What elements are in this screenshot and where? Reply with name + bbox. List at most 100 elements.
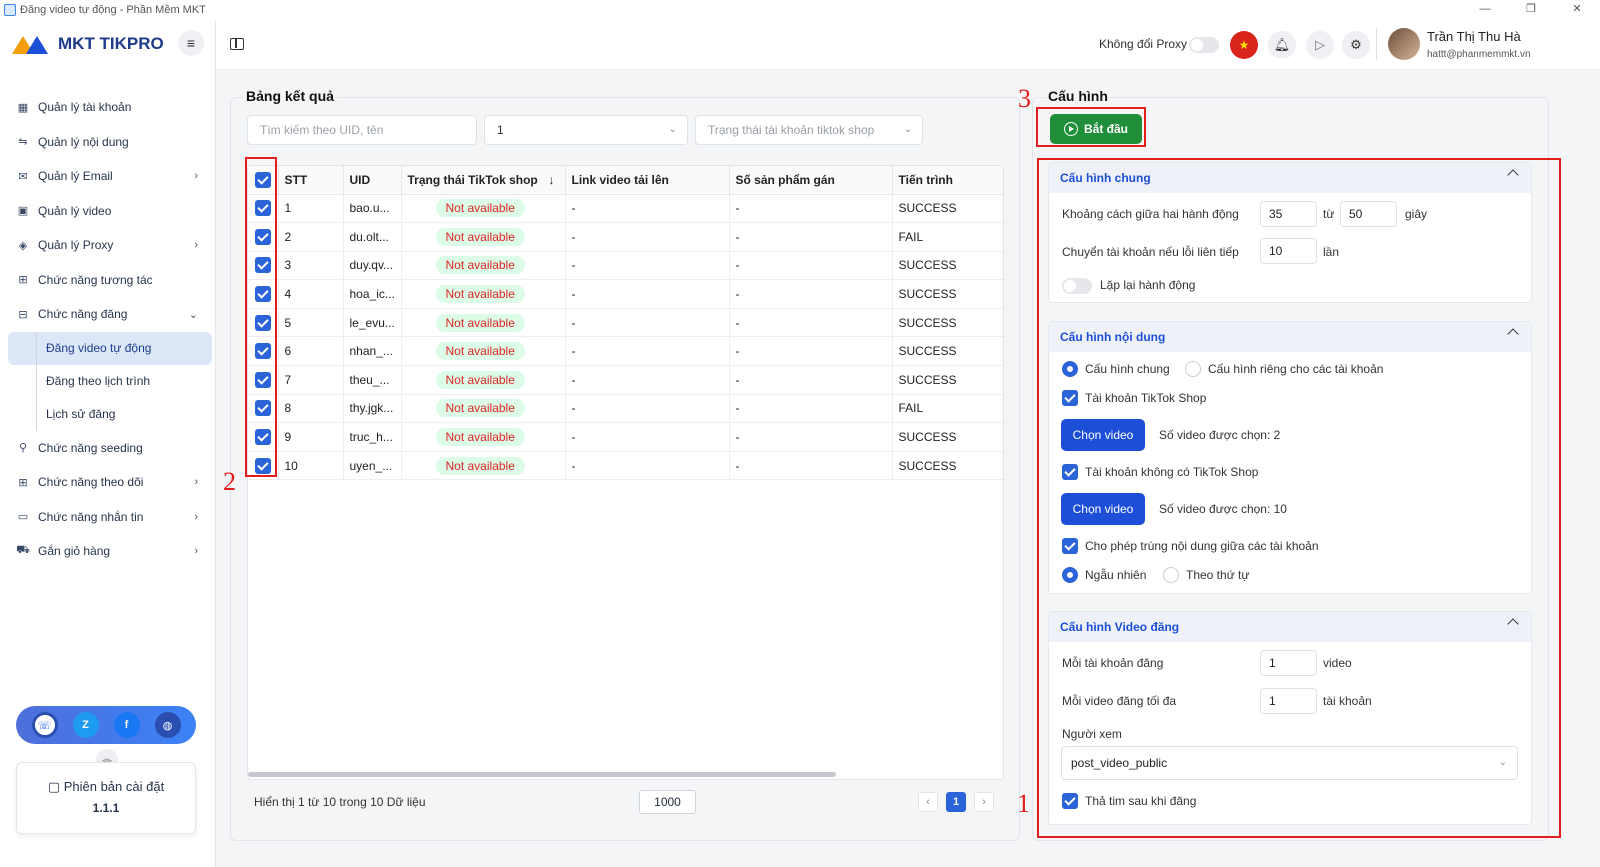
- cell-progress: SUCCESS: [892, 336, 1003, 367]
- chevron-right-icon: ›: [194, 545, 198, 558]
- search-input[interactable]: Tìm kiếm theo UID, tên: [247, 115, 477, 145]
- cell-uid: nhan_...: [343, 336, 402, 367]
- sidebar-subitem-auto-post[interactable]: Đăng video tự động: [8, 331, 212, 365]
- cell-progress: SUCCESS: [892, 365, 1003, 395]
- brand-logo: MKT TIKPRO: [12, 32, 164, 56]
- table-row[interactable]: 2 du.olt... Not available - - FAIL: [248, 222, 1003, 252]
- cell-link: -: [565, 222, 730, 252]
- cell-link: -: [565, 336, 730, 367]
- table-row[interactable]: 6 nhan_... Not available - - SUCCESS: [248, 336, 1003, 367]
- cell-products: -: [729, 251, 893, 281]
- restore-icon[interactable]: ❐: [1508, 0, 1554, 20]
- facebook-icon[interactable]: f: [113, 712, 140, 738]
- cell-link: -: [565, 451, 730, 481]
- cell-link: -: [565, 194, 730, 224]
- table-row[interactable]: 7 theu_... Not available - - SUCCESS: [248, 365, 1003, 395]
- cell-stt: 2: [278, 222, 344, 252]
- sidebar-item-content[interactable]: ⇋ Quản lý nội dung: [8, 125, 212, 160]
- cell-progress: FAIL: [892, 394, 1003, 424]
- sidebar-subitem-schedule[interactable]: Đăng theo lịch trình: [8, 364, 212, 398]
- sidebar-item-cart[interactable]: ⛟ Gắn giỏ hàng ›: [8, 534, 212, 569]
- status-badge: Not available: [435, 313, 525, 332]
- cell-link: -: [565, 279, 730, 309]
- table-row[interactable]: 5 le_evu... Not available - - SUCCESS: [248, 308, 1003, 338]
- brand-name: MKT TIKPRO: [58, 34, 164, 53]
- status-badge: Not available: [435, 342, 525, 361]
- window-title: Đăng video tự động - Phần Mềm MKT: [20, 4, 206, 16]
- sidebar-item-accounts[interactable]: ▦ Quản lý tài khoản: [8, 90, 212, 125]
- chevron-down-icon: ⌄: [903, 124, 912, 135]
- page-1-button[interactable]: 1: [946, 792, 966, 812]
- sidebar-item-chat[interactable]: ▭ Chức năng nhắn tin ›: [8, 500, 212, 535]
- sidebar-item-proxy[interactable]: ◈ Quản lý Proxy ›: [8, 228, 212, 263]
- status-badge: Not available: [435, 370, 525, 389]
- vietnam-flag-icon[interactable]: ★: [1230, 31, 1258, 59]
- cell-products: -: [729, 222, 893, 252]
- col-tiktok-status[interactable]: Trạng thái TikTok shop ↓: [401, 166, 566, 195]
- sidebar-item-video[interactable]: ▣ Quản lý video: [8, 194, 212, 229]
- minimize-icon[interactable]: —: [1462, 0, 1508, 20]
- cell-stt: 4: [278, 279, 344, 309]
- sidebar-item-interact[interactable]: ⊞ Chức năng tương tác: [8, 263, 212, 298]
- sidebar-nav: ▦ Quản lý tài khoản ⇋ Quản lý nội dung ✉ Qu…: [8, 90, 212, 569]
- col-uid[interactable]: UID: [343, 166, 402, 195]
- horizontal-scrollbar[interactable]: [248, 772, 836, 777]
- cell-status: Not available: [401, 422, 566, 452]
- status-filter-select[interactable]: Trạng thái tài khoản tiktok shop ⌄: [695, 115, 923, 145]
- bell-icon[interactable]: 🔔︎: [1268, 31, 1296, 59]
- cell-products: -: [729, 422, 893, 452]
- results-table: STT UID Trạng thái TikTok shop ↓ Link vid…: [247, 165, 1004, 780]
- proxy-toggle[interactable]: [1189, 37, 1219, 53]
- cell-progress: SUCCESS: [892, 308, 1003, 338]
- globe-icon[interactable]: ◍: [154, 712, 181, 738]
- seeding-icon: ⚲: [18, 442, 28, 455]
- support-icon[interactable]: ☏: [31, 712, 58, 738]
- version-card: ▢ Phiên bản cài đặt 1.1.1: [16, 762, 196, 834]
- col-upload-link[interactable]: Link video tải lên: [565, 166, 730, 195]
- sidebar-item-email[interactable]: ✉ Quản lý Email ›: [8, 159, 212, 194]
- cell-products: -: [729, 194, 893, 224]
- cell-stt: 7: [278, 365, 344, 395]
- menu-toggle-button[interactable]: ≡: [178, 30, 204, 56]
- page-size-input[interactable]: 1000: [639, 790, 696, 814]
- cell-uid: le_evu...: [343, 308, 402, 338]
- zalo-icon[interactable]: Z: [72, 712, 99, 738]
- annotation-box-2: [245, 157, 277, 477]
- interact-icon: ⊞: [18, 274, 28, 287]
- cell-link: -: [565, 365, 730, 395]
- col-progress[interactable]: Tiến trình: [892, 166, 1003, 195]
- table-row[interactable]: 3 duy.qv... Not available - - SUCCESS: [248, 251, 1003, 281]
- next-page-button[interactable]: ›: [974, 792, 994, 812]
- annotation-number-3: 3: [1018, 84, 1031, 113]
- chevron-right-icon: ›: [194, 239, 198, 252]
- table-row[interactable]: 10 uyen_... Not available - - SUCCESS: [248, 451, 1003, 481]
- sidebar-subitem-history[interactable]: Lịch sử đăng: [8, 397, 212, 431]
- close-icon[interactable]: ✕: [1554, 0, 1600, 20]
- table-row[interactable]: 9 truc_h... Not available - - SUCCESS: [248, 422, 1003, 452]
- chevron-down-icon: ⌄: [668, 124, 677, 135]
- col-stt[interactable]: STT: [278, 166, 344, 195]
- cell-products: -: [729, 279, 893, 309]
- panel-toggle-icon[interactable]: [230, 38, 244, 50]
- window-controls: — ❐ ✕: [1462, 0, 1600, 20]
- chevron-down-icon: ⌄: [188, 308, 198, 321]
- cell-progress: SUCCESS: [892, 451, 1003, 481]
- annotation-box-1: [1037, 158, 1561, 838]
- version-icon: ▢: [47, 779, 64, 794]
- sidebar-item-post[interactable]: ⊟ Chức năng đăng ⌄: [8, 297, 212, 332]
- prev-page-button[interactable]: ‹: [918, 792, 938, 812]
- col-products[interactable]: Số sản phẩm gán: [729, 166, 893, 195]
- chat-icon: ▭: [17, 511, 29, 524]
- sidebar-item-follow[interactable]: ⊞ Chức năng theo dõi ›: [8, 465, 212, 500]
- table-row[interactable]: 8 thy.jgk... Not available - - FAIL: [248, 394, 1003, 424]
- sidebar-item-seeding[interactable]: ⚲ Chức năng seeding: [8, 431, 212, 466]
- table-row[interactable]: 1 bao.u... Not available - - SUCCESS: [248, 194, 1003, 224]
- avatar[interactable]: [1388, 28, 1420, 60]
- cell-stt: 3: [278, 251, 344, 281]
- chevron-right-icon: ›: [194, 476, 198, 489]
- gear-icon[interactable]: ⚙: [1342, 31, 1370, 59]
- table-row[interactable]: 4 hoa_ic... Not available - - SUCCESS: [248, 279, 1003, 309]
- filter-select[interactable]: 1 ⌄: [484, 115, 688, 145]
- topbar-divider: [1376, 28, 1377, 60]
- play-circle-icon[interactable]: ▷: [1306, 31, 1334, 59]
